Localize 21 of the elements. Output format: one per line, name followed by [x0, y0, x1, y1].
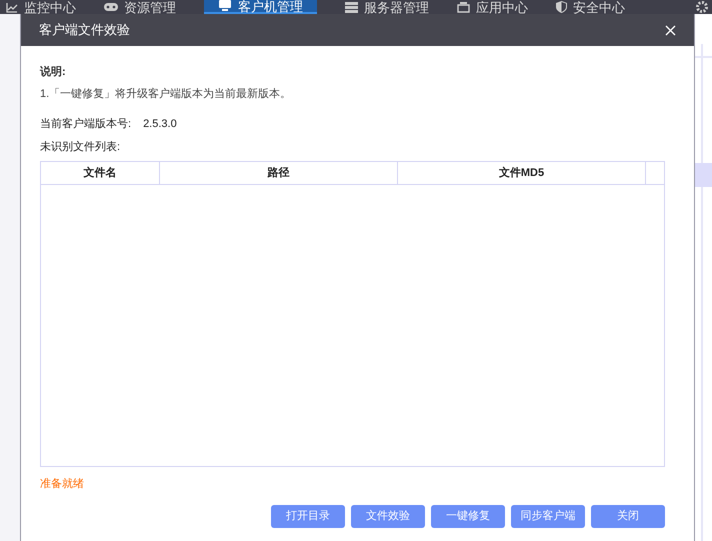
- nav-tab[interactable]: 安全中心: [556, 0, 625, 14]
- nav-tab[interactable]: 资源管理: [104, 0, 176, 14]
- column-header[interactable]: 路径: [160, 162, 398, 184]
- close-icon[interactable]: [665, 24, 676, 36]
- nav-tab[interactable]: 服务器管理: [345, 0, 429, 14]
- column-header[interactable]: 文件名: [41, 162, 160, 184]
- monitor-icon: [218, 0, 232, 12]
- status-text: 准备就绪: [40, 477, 85, 492]
- nav-tab[interactable]: 监控中心: [6, 0, 76, 14]
- note-heading: 说明:: [40, 64, 67, 80]
- chart-icon: [6, 2, 18, 12]
- version-value: 2.5.3.0: [143, 117, 177, 132]
- dialog-title: 客户端文件效验: [39, 21, 130, 40]
- note-text: 1.「一键修复」将升级客户端版本为当前最新版本。: [40, 86, 292, 102]
- version-label: 当前客户端版本号:: [40, 116, 132, 132]
- column-header[interactable]: 文件MD5: [398, 162, 646, 184]
- list-label: 未识别文件列表:: [40, 140, 122, 154]
- server-icon: [345, 2, 358, 12]
- settings-icon[interactable]: [696, 1, 708, 13]
- nav-tab[interactable]: 应用中心: [457, 0, 528, 14]
- box-icon: [457, 2, 470, 12]
